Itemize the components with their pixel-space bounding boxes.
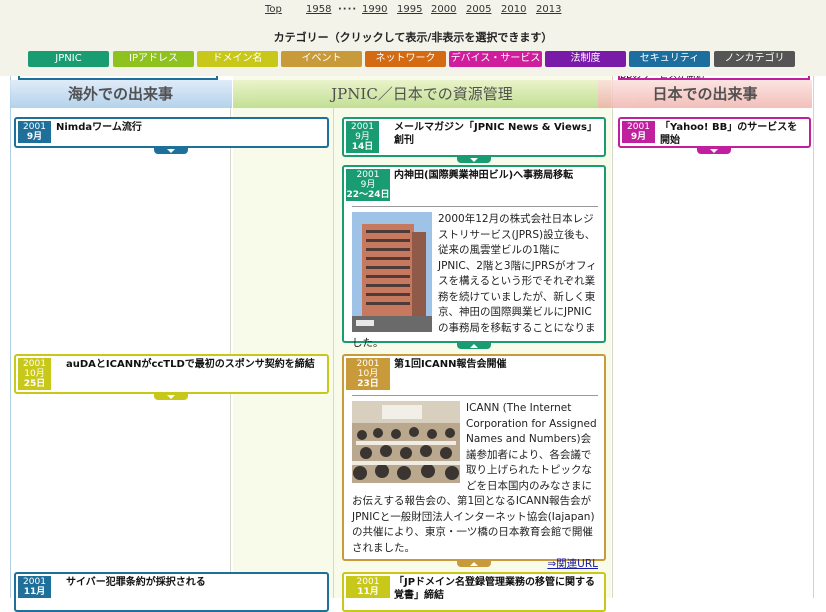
japan-column	[612, 76, 814, 598]
event-date: 2001 9月	[18, 121, 51, 143]
event-title: 内神田(国際興業神田ビル)へ事務局移転	[394, 170, 574, 181]
column-divider	[612, 108, 613, 598]
year-link-2005[interactable]: 2005	[466, 4, 491, 15]
event-card-auda[interactable]: 2001 10月 25日 auDAとICANNがccTLDで最初のスポンサ契約を締結	[14, 354, 329, 394]
event-date: 2001 10月 25日	[18, 358, 51, 390]
meeting-photo	[352, 401, 460, 483]
collapse-toggle-icon[interactable]	[457, 343, 491, 349]
event-card-yahoobb[interactable]: 2001 9月 「Yahoo! BB」のサービスを開始	[618, 117, 811, 148]
event-description: 2000年12月の株式会社日本レジストリサービス(JPRS)設立後も、従来の風雲…	[352, 206, 598, 352]
collapse-toggle-icon[interactable]	[457, 561, 491, 567]
event-date: 2001 9月 22～24日	[346, 169, 390, 201]
event-date: 2001 10月 23日	[346, 358, 390, 390]
event-card-jp-domain[interactable]: 2001 11月 「JPドメイン名登録管理業務の移管に関する覚書」締結	[342, 572, 606, 612]
expand-toggle-icon[interactable]	[154, 148, 188, 154]
event-date: 2001 9月 14日	[346, 121, 379, 153]
event-description: ICANN (The Internet Corporation for Assi…	[352, 395, 598, 573]
year-link-2000[interactable]: 2000	[431, 4, 456, 15]
event-title: サイバー犯罪条約が採択される	[66, 577, 206, 588]
event-card-office-move[interactable]: 2001 9月 22～24日 内神田(国際興業神田ビル)へ事務局移転 2000年12…	[342, 165, 606, 349]
divider	[352, 395, 598, 396]
category-ip-address-button[interactable]: IPアドレス	[113, 51, 194, 67]
expand-toggle-icon[interactable]	[457, 157, 491, 163]
year-link-1958[interactable]: 1958	[306, 4, 331, 15]
event-card-cybercrime[interactable]: 2001 11月 サイバー犯罪条約が採択される	[14, 572, 329, 612]
year-link-2013[interactable]: 2013	[536, 4, 561, 15]
top-link[interactable]: Top	[265, 4, 282, 15]
category-non-category-button[interactable]: ノンカテゴリ	[714, 51, 795, 67]
category-device-service-button[interactable]: デバイス・サービス	[449, 51, 542, 67]
expand-toggle-icon[interactable]	[697, 148, 731, 154]
event-card-mailmag[interactable]: 2001 9月 14日 メールマガジン「JPNIC News & Views」創刊	[342, 117, 606, 157]
building-photo	[352, 212, 432, 332]
event-date: 2001 9月	[622, 121, 655, 143]
column-divider	[230, 108, 231, 598]
category-security-button[interactable]: セキュリティ	[629, 51, 710, 67]
world-column	[10, 76, 234, 598]
year-link-2010[interactable]: 2010	[501, 4, 526, 15]
year-ellipsis: ····	[338, 4, 358, 15]
divider	[352, 206, 598, 207]
event-title: 「JPドメイン名登録管理業務の移管に関する覚書」締結	[394, 577, 596, 601]
event-card-icann[interactable]: 2001 10月 23日 第1回ICANN報告会開催 ICANN (The Inte…	[342, 354, 606, 570]
category-title: カテゴリー（クリックして表示/非表示を選択できます）	[273, 31, 553, 44]
event-date: 2001 11月	[346, 576, 390, 598]
category-event-button[interactable]: イベント	[281, 51, 362, 67]
event-date: 2001 11月	[18, 576, 51, 598]
year-link-1995[interactable]: 1995	[397, 4, 422, 15]
related-url-link[interactable]: ⇒関連URL	[547, 558, 598, 570]
event-title: auDAとICANNがccTLDで最初のスポンサ契約を締結	[66, 359, 315, 370]
category-domain-name-button[interactable]: ドメイン名	[197, 51, 278, 67]
expand-toggle-icon[interactable]	[154, 394, 188, 400]
japan-column-header: 日本での出来事	[598, 80, 812, 108]
event-card-nimda[interactable]: 2001 9月 Nimdaワーム流行	[14, 117, 329, 148]
event-title: 第1回ICANN報告会開催	[394, 359, 507, 370]
top-navigation: Top 1958 ···· 1990 1995 2000 2005 2010 2…	[0, 0, 826, 76]
event-title: メールマガジン「JPNIC News & Views」創刊	[394, 122, 597, 146]
category-law-button[interactable]: 法制度	[545, 51, 626, 67]
category-jpnic-button[interactable]: JPNIC	[28, 51, 109, 67]
column-divider	[333, 108, 334, 598]
world-column-header: 海外での出来事	[10, 80, 232, 108]
category-network-button[interactable]: ネットワーク	[365, 51, 446, 67]
event-title: 「Yahoo! BB」のサービスを開始	[660, 122, 798, 146]
event-title: Nimdaワーム流行	[56, 122, 142, 133]
year-link-1990[interactable]: 1990	[362, 4, 387, 15]
jpnic-column-header: JPNIC／日本での資源管理	[233, 80, 611, 108]
